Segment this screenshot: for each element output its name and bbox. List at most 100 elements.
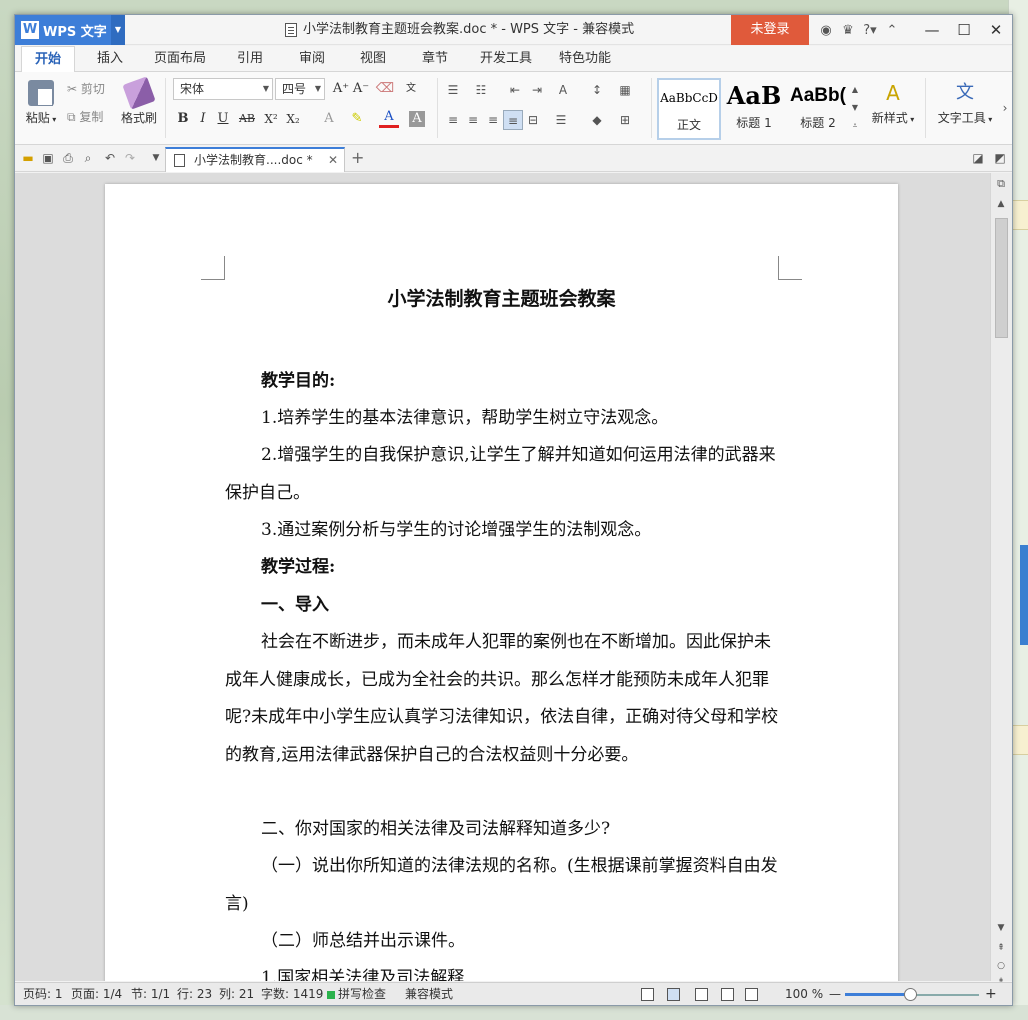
char-shading-icon[interactable]: A <box>409 111 425 127</box>
align-center-icon[interactable]: ≡ <box>463 110 483 130</box>
tab-developer[interactable]: 开发工具 <box>473 46 539 72</box>
tab-view[interactable]: 视图 <box>348 46 398 72</box>
desktop-side-tab[interactable] <box>1020 545 1028 645</box>
cloud-icon[interactable]: ◉ <box>815 23 837 38</box>
scroll-down-icon[interactable]: ▼ <box>991 923 1011 933</box>
chevron-down-icon[interactable]: ▼ <box>111 15 125 45</box>
print-icon[interactable]: ⎙ <box>61 151 75 165</box>
spellcheck-toggle[interactable]: 拼写检查 <box>327 983 386 1005</box>
sort-icon[interactable]: ↕ <box>587 80 607 100</box>
shrink-font-icon[interactable]: A⁻ <box>351 78 371 100</box>
outline-view-icon[interactable] <box>695 988 708 1001</box>
paste-button[interactable]: 粘贴 ▾ <box>21 76 61 126</box>
cut-button[interactable]: ✂ 剪切 <box>67 78 105 100</box>
tab-review[interactable]: 审阅 <box>287 46 337 72</box>
status-word-count[interactable]: 字数: 1419 <box>261 983 323 1005</box>
collapse-ribbon-icon[interactable]: ⌃ <box>881 23 903 38</box>
clear-format-icon[interactable]: ⌫ <box>375 78 395 100</box>
status-col[interactable]: 列: 21 <box>219 983 254 1005</box>
help-icon[interactable]: ?▾ <box>859 23 881 38</box>
strikethrough-icon[interactable]: AB <box>237 108 257 130</box>
chinese-layout-icon[interactable]: A͏ <box>553 80 573 100</box>
distribute-icon[interactable]: ⊟ <box>523 110 543 130</box>
redo-icon[interactable]: ↷ <box>123 151 137 165</box>
table-border-icon[interactable]: ▦ <box>615 80 635 100</box>
new-style-button[interactable]: A 新样式 ▾ <box>867 76 919 126</box>
status-row[interactable]: 行: 23 <box>177 983 212 1005</box>
copy-button[interactable]: ⧉ 复制 <box>67 106 103 128</box>
undo-icon[interactable]: ↶ <box>103 151 117 165</box>
close-tab-icon[interactable]: ✕ <box>328 149 338 171</box>
tab-options-icon[interactable]: ◩ <box>993 151 1007 165</box>
style-more-icon[interactable]: ⩡ <box>849 116 861 136</box>
skin-icon[interactable]: ♛ <box>837 23 859 38</box>
open-folder-icon[interactable]: ▬ <box>21 151 35 165</box>
status-page-code[interactable]: 页码: 1 <box>23 983 63 1005</box>
reading-view-icon[interactable] <box>721 988 734 1001</box>
highlight-icon[interactable]: ✎ <box>347 108 367 130</box>
tab-page-layout[interactable]: 页面布局 <box>145 46 215 72</box>
font-name-select[interactable]: 宋体 ▼ <box>173 78 273 100</box>
justify-icon[interactable]: ≡ <box>503 110 523 130</box>
tab-chapter[interactable]: 章节 <box>410 46 460 72</box>
zoom-level[interactable]: 100 % <box>785 983 823 1005</box>
new-tab-icon[interactable]: + <box>351 148 364 167</box>
superscript-icon[interactable]: X² <box>261 108 281 130</box>
document-tab[interactable]: 小学法制教育....doc * ✕ <box>165 147 345 172</box>
style-scroll-down-icon[interactable]: ▼ <box>849 98 861 118</box>
style-heading-2[interactable]: AaBb( 标题 2 <box>787 78 849 140</box>
subscript-icon[interactable]: X₂ <box>283 108 303 130</box>
scroll-up-icon[interactable]: ▲ <box>991 199 1011 209</box>
scroll-thumb[interactable] <box>995 218 1008 338</box>
page-view-icon[interactable] <box>667 988 680 1001</box>
underline-icon[interactable]: U <box>213 108 233 130</box>
split-view-icon[interactable]: ⧉ <box>991 177 1011 191</box>
zoom-out-icon[interactable]: — <box>829 983 841 1005</box>
increase-indent-icon[interactable]: ⇥ <box>527 80 547 100</box>
tab-features[interactable]: 特色功能 <box>550 46 620 72</box>
format-painter-button[interactable]: 格式刷 <box>117 76 161 126</box>
style-normal[interactable]: AaBbCcD 正文 <box>657 78 721 140</box>
close-icon[interactable]: ✕ <box>980 15 1012 45</box>
vertical-scrollbar[interactable]: ⧉ ▲ ▼ ⇞ ○ ⇟ <box>990 173 1012 987</box>
document-page[interactable]: 小学法制教育主题班会教案 教学目的: 1.培养学生的基本法律意识，帮助学生树立守… <box>105 184 898 981</box>
align-right-icon[interactable]: ≡ <box>483 110 503 130</box>
minimize-icon[interactable]: — <box>916 15 948 45</box>
font-size-select[interactable]: 四号 ▼ <box>275 78 325 100</box>
print-preview-icon[interactable]: ⌕ <box>81 151 95 165</box>
tab-insert[interactable]: 插入 <box>85 46 135 72</box>
status-page[interactable]: 页面: 1/4 <box>71 983 122 1005</box>
grow-font-icon[interactable]: A⁺ <box>331 78 351 100</box>
border-icon[interactable]: ⊞ <box>615 110 635 130</box>
login-button[interactable]: 未登录 <box>731 15 809 45</box>
shading-icon[interactable]: ◆ <box>587 110 607 130</box>
align-left-icon[interactable]: ≡ <box>443 110 463 130</box>
font-color-icon[interactable]: A <box>379 108 399 128</box>
maximize-icon[interactable]: ☐ <box>948 15 980 45</box>
ribbon-scroll-right-icon[interactable]: › <box>999 98 1011 118</box>
zoom-slider-handle[interactable] <box>904 988 917 1001</box>
previous-page-icon[interactable]: ⇞ <box>991 943 1011 953</box>
style-heading-1[interactable]: AaB 标题 1 <box>723 78 785 140</box>
wps-app-menu-button[interactable]: W WPS 文字 ▼ <box>15 15 125 45</box>
tab-list-icon[interactable]: ◪ <box>971 151 985 165</box>
zoom-in-icon[interactable]: + <box>985 983 997 1005</box>
web-view-icon[interactable] <box>745 988 758 1001</box>
text-tools-button[interactable]: 文 文字工具 ▾ <box>935 76 995 126</box>
text-effect-icon[interactable]: A <box>319 108 339 130</box>
numbered-list-icon[interactable]: ☷ <box>471 80 491 100</box>
browse-object-icon[interactable]: ○ <box>991 961 1011 971</box>
full-screen-icon[interactable] <box>641 988 654 1001</box>
save-icon[interactable]: ▣ <box>41 151 55 165</box>
customize-dropdown-icon[interactable]: ▼ <box>149 151 163 165</box>
tab-references[interactable]: 引用 <box>225 46 275 72</box>
bold-icon[interactable]: B <box>173 108 193 130</box>
phonetic-guide-icon[interactable]: 文 <box>401 78 421 100</box>
status-section[interactable]: 节: 1/1 <box>131 983 170 1005</box>
style-scroll-up-icon[interactable]: ▲ <box>849 80 861 100</box>
tab-home[interactable]: 开始 <box>21 46 75 73</box>
decrease-indent-icon[interactable]: ⇤ <box>505 80 525 100</box>
line-spacing-icon[interactable]: ☰ <box>551 110 571 130</box>
bullet-list-icon[interactable]: ☰ <box>443 80 463 100</box>
italic-icon[interactable]: I <box>193 108 213 130</box>
